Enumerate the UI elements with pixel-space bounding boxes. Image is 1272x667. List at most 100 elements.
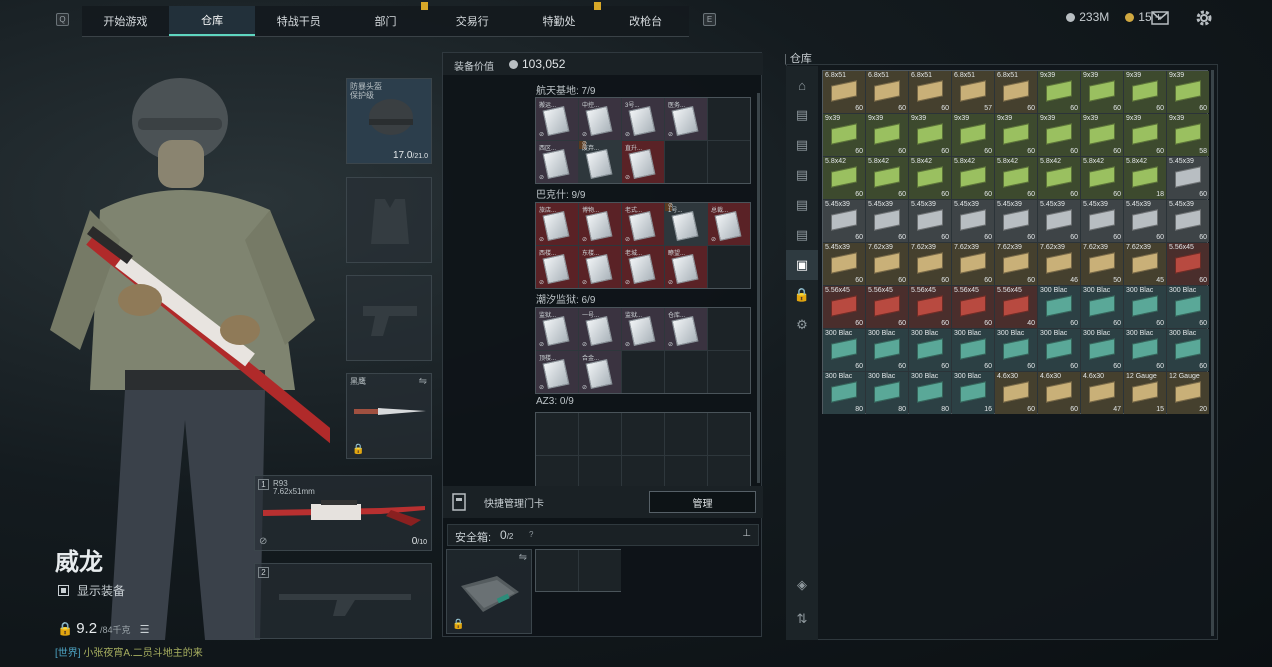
access-card[interactable]: 监狱... ⊘ [622, 308, 664, 350]
show-gear-toggle[interactable]: 显示装备 [58, 582, 125, 599]
ammo-item[interactable]: 300 Blac 60 [1124, 329, 1166, 371]
ammo-item[interactable]: 7.62x39 60 [866, 243, 908, 285]
nav-tab[interactable]: 改枪台 [602, 6, 689, 36]
access-card[interactable]: 监狱... ⊘ [536, 308, 578, 350]
nav-tab[interactable]: 交易行 [429, 6, 516, 36]
access-card[interactable]: 博物... ⊘ [579, 203, 621, 245]
empty-card-slot[interactable] [622, 351, 664, 393]
ammo-item[interactable]: 9x39 60 [1081, 114, 1123, 156]
ammo-item[interactable]: 300 Blac 60 [1167, 329, 1209, 371]
ammo-item[interactable]: 5.8x42 60 [823, 157, 865, 199]
ammo-item[interactable]: 9x39 60 [995, 114, 1037, 156]
empty-card-slot[interactable] [579, 413, 621, 455]
safe-box-slot[interactable]: ⇋ 🔒 [446, 549, 532, 634]
world-chat-line[interactable]: [世界] 小张夜宵A.二员斗地主的来 [55, 644, 203, 659]
nav-tab[interactable]: 部门 [342, 6, 429, 36]
empty-card-slot[interactable] [536, 413, 578, 455]
ammo-item[interactable]: 6.8x51 60 [866, 71, 908, 113]
stash-lock-icon[interactable]: 🔒 [786, 280, 818, 310]
swap-icon[interactable]: ⇋ [519, 552, 527, 563]
ammo-item[interactable]: 7.62x39 46 [1038, 243, 1080, 285]
ammo-item[interactable]: 9x39 60 [952, 114, 994, 156]
access-card[interactable]: 一号... ⊘ [579, 308, 621, 350]
ammo-item[interactable]: 4.6x30 60 [995, 372, 1037, 414]
ammo-item[interactable]: 5.8x42 60 [909, 157, 951, 199]
layers-icon[interactable]: ◈ [786, 570, 818, 600]
ammo-item[interactable]: 9x39 58 [1167, 114, 1209, 156]
ammo-item[interactable]: 300 Blac 60 [1124, 286, 1166, 328]
melee-slot[interactable]: 黑鹰 ⇋ 🔒 [346, 373, 432, 459]
nav-tab[interactable]: 仓库 [168, 6, 256, 36]
access-card[interactable]: 老城... ⊘ [622, 246, 664, 288]
empty-card-slot[interactable] [708, 351, 750, 393]
ammo-item[interactable]: 9x39 60 [1124, 114, 1166, 156]
swap-icon[interactable]: ⇋ [419, 376, 427, 387]
armor-slot-empty[interactable] [346, 177, 432, 263]
ammo-item[interactable]: 6.8x51 60 [823, 71, 865, 113]
access-card[interactable]: 老式... ⊘ [622, 203, 664, 245]
help-icon[interactable]: ? [529, 530, 533, 539]
primary-weapon-slot[interactable]: 1 R93 7.62x51mm ⊘ 0/10 [254, 475, 432, 551]
ammo-item[interactable]: 300 Blac 80 [823, 372, 865, 414]
ammo-item[interactable]: 9x39 60 [1038, 71, 1080, 113]
ammo-item[interactable]: 5.56x45 60 [909, 286, 951, 328]
ammo-item[interactable]: 5.45x39 60 [823, 243, 865, 285]
stash-page-7-icon[interactable]: ▣ [786, 250, 818, 280]
ammo-item[interactable]: 5.45x39 60 [1038, 200, 1080, 242]
ammo-item[interactable]: 6.8x51 60 [995, 71, 1037, 113]
ammo-item[interactable]: 300 Blac 60 [1038, 329, 1080, 371]
access-card[interactable]: 西区... ⊘ [536, 141, 578, 183]
ammo-item[interactable]: 5.45x39 60 [995, 200, 1037, 242]
access-card[interactable]: 东楼... ⊘ [579, 246, 621, 288]
ammo-item[interactable]: 9x39 60 [1167, 71, 1209, 113]
stash-page-3-icon[interactable]: ▤ [786, 130, 818, 160]
helmet-slot[interactable]: 防暴头盔 保护级 17.0/21.0 [346, 78, 432, 164]
ammo-item[interactable]: 4.6x30 60 [1038, 372, 1080, 414]
ammo-item[interactable]: 5.45x39 60 [823, 200, 865, 242]
ammo-item[interactable]: 6.8x51 60 [909, 71, 951, 113]
ammo-item[interactable]: 9x39 60 [909, 114, 951, 156]
ammo-item[interactable]: 300 Blac 60 [1081, 286, 1123, 328]
nav-tab[interactable]: 开始游戏 [82, 6, 169, 36]
pin-icon[interactable]: ⊥ [742, 528, 751, 539]
access-card[interactable]: 旅店... ⊘ [536, 203, 578, 245]
ammo-item[interactable]: 7.62x39 50 [1081, 243, 1123, 285]
access-card[interactable]: 瞭望... ⊘ [665, 246, 707, 288]
ammo-item[interactable]: 5.8x42 18 [1124, 157, 1166, 199]
ammo-item[interactable]: 300 Blac 16 [952, 372, 994, 414]
ammo-item[interactable]: 300 Blac 60 [995, 329, 1037, 371]
stash-scrollbar[interactable] [1211, 70, 1214, 636]
nav-tab[interactable]: 特勤处 [516, 6, 603, 36]
next-tab-key[interactable]: E [703, 13, 716, 26]
ammo-item[interactable]: 5.8x42 60 [866, 157, 908, 199]
stash-page-1-icon[interactable]: ⌂ [786, 70, 818, 100]
ammo-item[interactable]: 7.62x39 45 [1124, 243, 1166, 285]
ammo-item[interactable]: 12 Gauge 20 [1167, 372, 1209, 414]
ammo-item[interactable]: 9x39 60 [823, 114, 865, 156]
empty-card-slot[interactable] [622, 413, 664, 455]
empty-card-slot[interactable] [708, 246, 750, 288]
stash-page-4-icon[interactable]: ▤ [786, 160, 818, 190]
stash-page-5-icon[interactable]: ▤ [786, 190, 818, 220]
ammo-item[interactable]: 9x39 60 [1081, 71, 1123, 113]
scrollbar[interactable] [757, 93, 760, 483]
ammo-item[interactable]: 9x39 60 [866, 114, 908, 156]
empty-card-slot[interactable] [665, 413, 707, 455]
stash-page-6-icon[interactable]: ▤ [786, 220, 818, 250]
ammo-item[interactable]: 300 Blac 60 [823, 329, 865, 371]
ammo-item[interactable]: 5.45x39 60 [952, 200, 994, 242]
access-card[interactable]: 1号... ⊘ [665, 203, 699, 242]
nav-tab[interactable]: 特战干员 [255, 6, 342, 36]
ammo-item[interactable]: 9x39 60 [1038, 114, 1080, 156]
ammo-item[interactable]: 5.45x39 60 [1124, 200, 1166, 242]
empty-card-slot[interactable] [708, 141, 750, 183]
ammo-item[interactable]: 5.56x45 60 [952, 286, 994, 328]
checkbox[interactable] [58, 585, 69, 596]
ammo-item[interactable]: 6.8x51 57 [952, 71, 994, 113]
ammo-item[interactable]: 5.56x45 60 [823, 286, 865, 328]
ammo-item[interactable]: 300 Blac 80 [866, 372, 908, 414]
ammo-item[interactable]: 5.56x45 40 [995, 286, 1037, 328]
access-card[interactable]: 西楼... ⊘ [536, 246, 578, 288]
access-card[interactable]: 搬运... ⊘ [536, 98, 578, 140]
ammo-item[interactable]: 7.62x39 60 [995, 243, 1037, 285]
